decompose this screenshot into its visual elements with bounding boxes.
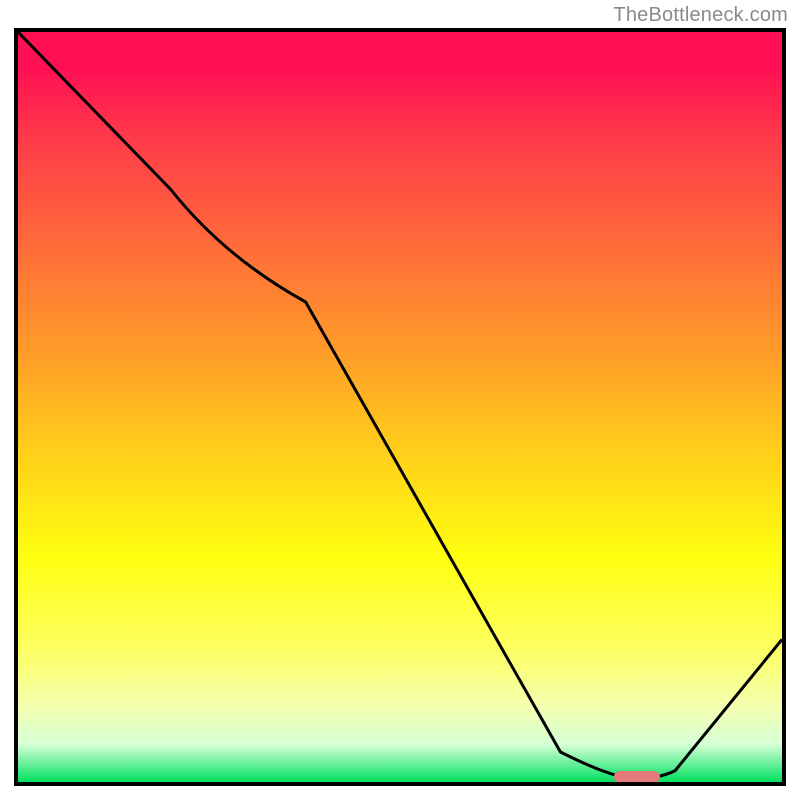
plot-area [18,32,782,782]
watermark-text: TheBottleneck.com [613,4,788,27]
curve-path [18,32,782,779]
plot-frame [14,28,786,786]
curve-svg [18,32,782,782]
optimal-marker [614,771,660,783]
